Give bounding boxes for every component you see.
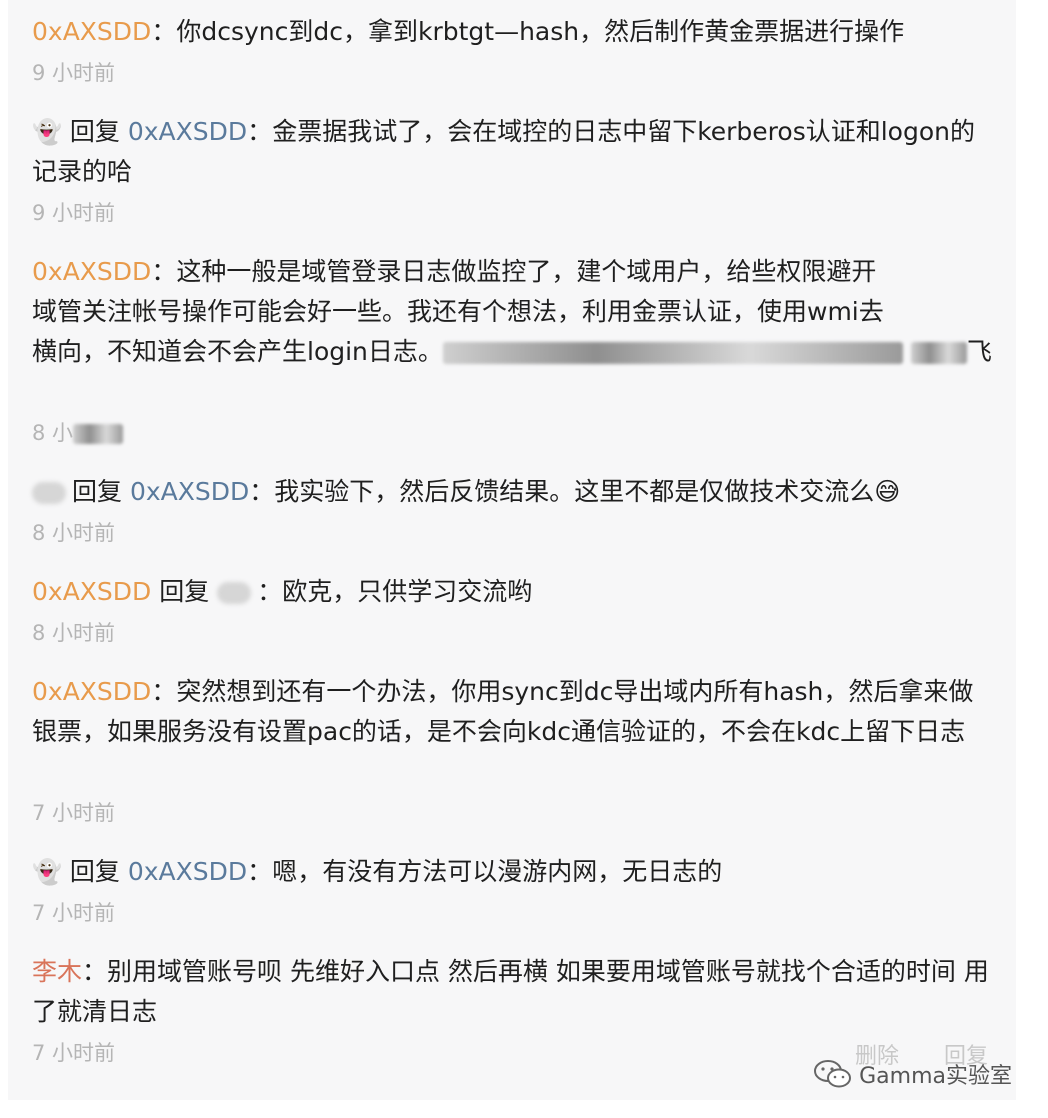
reply-label: 回复 (69, 857, 120, 886)
comment-text: 我实验下，然后反馈结果。这里不都是仅做技术交流么😅 (274, 477, 901, 506)
comment-author[interactable]: 0xAXSDD (32, 577, 151, 606)
wechat-icon (813, 1059, 853, 1089)
comment-line: 0xAXSDD：这种一般是域管登录日志做监控了，建个域用户，给些权限避开 (32, 252, 992, 292)
comment-text: 你dcsync到dc，拿到krbtgt—hash，然后制作黄金票据进行操作 (176, 17, 905, 46)
comment-time: 8 小时前 (32, 521, 116, 545)
separator: ： (249, 477, 275, 506)
comment-text: 飞 (966, 337, 992, 366)
comment-text: 别用域管账号呗 先维好入口点 然后再横 如果要用域管账号就找个合适的时间 用了就… (32, 957, 989, 1026)
comment-text: 这种一般是域管登录日志做监控了，建个域用户，给些权限避开 (176, 257, 877, 286)
comment-time: 7 小时前 (32, 901, 116, 925)
ghost-avatar-icon: 👻 (32, 118, 62, 146)
reply-label: 回复 (159, 577, 210, 606)
comment-item: 👻 回复 0xAXSDD：嗯，有没有方法可以漫游内网，无日志的 (32, 852, 992, 892)
comment-item: 0xAXSDD：你dcsync到dc，拿到krbtgt—hash，然后制作黄金票… (32, 12, 992, 52)
comment-item: 0xAXSDD：突然想到还有一个办法，你用sync到dc导出域内所有hash，然… (32, 672, 992, 752)
reply-target[interactable]: 0xAXSDD (128, 117, 247, 146)
comment-time: 7 小时前 (32, 1041, 116, 1065)
comment-text: 横向，不知道会不会产生login日志。 (32, 337, 443, 366)
comment-item: 李木：别用域管账号呗 先维好入口点 然后再横 如果要用域管账号就找个合适的时间 … (32, 952, 992, 1032)
comment-time: 9 小时前 (32, 201, 116, 225)
comment-text: 嗯，有没有方法可以漫游内网，无日志的 (272, 857, 723, 886)
reply-target[interactable]: 0xAXSDD (130, 477, 249, 506)
comment-text: 欧克，只供学习交流哟 (282, 577, 533, 606)
comment-author[interactable]: 0xAXSDD (32, 257, 151, 286)
reply-label: 回复 (72, 477, 123, 506)
separator: ： (247, 117, 273, 146)
comment-time: 7 小时前 (32, 801, 116, 825)
redacted-name (217, 582, 252, 604)
comment-item: 0xAXSDD 回复 ：欧克，只供学习交流哟 (32, 572, 992, 612)
redacted-text (73, 424, 124, 444)
separator: ： (151, 677, 177, 706)
comment-line: 横向，不知道会不会产生login日志。 飞 (32, 332, 992, 372)
reply-target[interactable]: 0xAXSDD (128, 857, 247, 886)
redacted-text (442, 342, 903, 364)
separator: ： (82, 957, 108, 986)
comment-time: 8 小时前 (32, 621, 116, 645)
watermark: Gamma实验室 (813, 1058, 1012, 1090)
separator: ： (151, 17, 177, 46)
redacted-text (910, 342, 967, 364)
comment-author[interactable]: 李木 (32, 957, 82, 986)
comment-item: 回复 0xAXSDD：我实验下，然后反馈结果。这里不都是仅做技术交流么😅 (32, 472, 992, 512)
comment-item: 0xAXSDD：这种一般是域管登录日志做监控了，建个域用户，给些权限避开 域管关… (32, 252, 992, 372)
comment-line: 域管关注帐号操作可能会好一些。我还有个想法，利用金票认证，使用wmi去 (32, 297, 884, 326)
separator: ： (247, 857, 273, 886)
comment-item: 👻 回复 0xAXSDD：金票据我试了，会在域控的日志中留下kerberos认证和… (32, 112, 992, 192)
comment-author[interactable]: 0xAXSDD (32, 17, 151, 46)
avatar (32, 482, 66, 504)
watermark-text: Gamma实验室 (859, 1064, 1012, 1089)
ghost-avatar-icon: 👻 (32, 858, 62, 886)
comment-time: 8 小 (32, 418, 124, 448)
separator: ： (151, 257, 177, 286)
reply-label: 回复 (69, 117, 120, 146)
separator: ： (257, 577, 283, 606)
comment-author[interactable]: 0xAXSDD (32, 677, 151, 706)
comment-time: 9 小时前 (32, 61, 116, 85)
